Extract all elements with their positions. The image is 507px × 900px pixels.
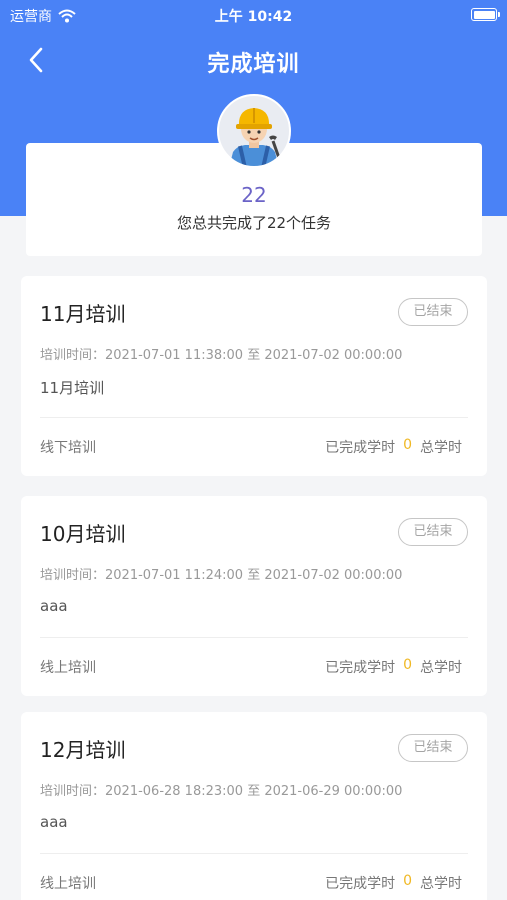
- task-card[interactable]: 12月培训 已结束 培训时间：2021-06-28 18:23:00 至 202…: [21, 712, 487, 900]
- status-badge: 已结束: [398, 298, 468, 326]
- completed-hours-value: 0: [403, 873, 412, 889]
- status-time: 上午 10:42: [214, 9, 293, 25]
- task-time: 培训时间：2021-06-28 18:23:00 至 2021-06-29 00…: [40, 784, 403, 799]
- task-card[interactable]: 11月培训 已结束 培训时间：2021-07-01 11:38:00 至 202…: [21, 276, 487, 476]
- task-description: 11月培训: [40, 379, 105, 397]
- task-description: aaa: [40, 813, 68, 831]
- completed-count: 22: [241, 183, 267, 207]
- summary-text: 您总共完成了22个任务: [176, 214, 332, 232]
- status-bar: 运营商 上午 10:42: [0, 0, 507, 28]
- page-title: 完成培训: [207, 52, 300, 77]
- task-title: 11月培训: [40, 302, 126, 326]
- battery-icon: [471, 8, 500, 21]
- completed-hours-label: 已完成学时: [325, 660, 396, 676]
- task-time: 培训时间：2021-07-01 11:24:00 至 2021-07-02 00…: [40, 568, 403, 583]
- status-badge: 已结束: [398, 734, 468, 762]
- total-hours-label: 总学时: [420, 876, 462, 892]
- completed-hours-label: 已完成学时: [325, 440, 396, 456]
- worker-avatar-icon: [217, 94, 291, 168]
- task-type: 线下培训: [40, 440, 96, 456]
- task-description: aaa: [40, 597, 68, 615]
- divider: [40, 417, 468, 418]
- completed-hours-value: 0: [403, 437, 412, 453]
- task-hours: 已完成学时 0 总学时: [325, 873, 462, 893]
- task-hours: 已完成学时 0 总学时: [325, 437, 462, 457]
- task-type: 线上培训: [40, 660, 96, 676]
- nav-bar: 完成培训: [0, 40, 507, 80]
- task-type: 线上培训: [40, 876, 96, 892]
- total-hours-label: 总学时: [420, 440, 462, 456]
- completed-hours-label: 已完成学时: [325, 876, 396, 892]
- divider: [40, 853, 468, 854]
- task-title: 10月培训: [40, 522, 126, 546]
- status-badge: 已结束: [398, 518, 468, 546]
- task-hours: 已完成学时 0 总学时: [325, 657, 462, 677]
- completed-hours-value: 0: [403, 657, 412, 673]
- task-title: 12月培训: [40, 738, 126, 762]
- task-time: 培训时间：2021-07-01 11:38:00 至 2021-07-02 00…: [40, 348, 403, 363]
- divider: [40, 637, 468, 638]
- total-hours-label: 总学时: [420, 660, 462, 676]
- task-card[interactable]: 10月培训 已结束 培训时间：2021-07-01 11:24:00 至 202…: [21, 496, 487, 696]
